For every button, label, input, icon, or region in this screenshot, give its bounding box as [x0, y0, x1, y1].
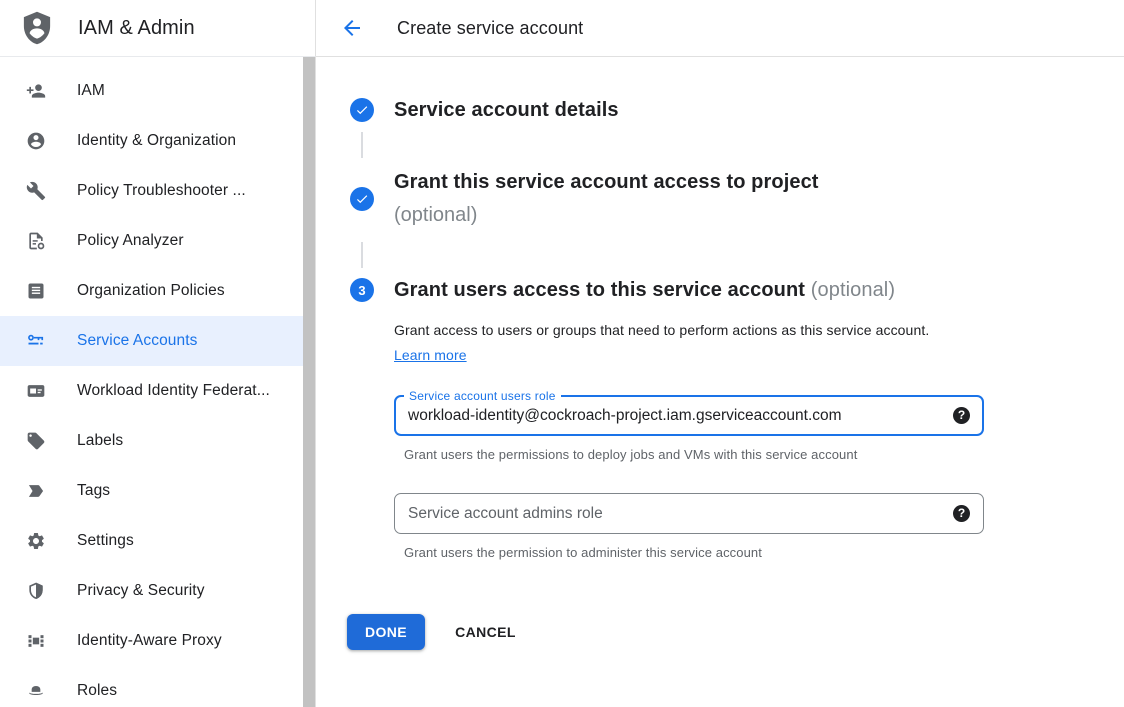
- sidebar-item-label: Privacy & Security: [77, 582, 205, 600]
- step-3-title: Grant users access to this service accou…: [394, 278, 895, 302]
- account-circle-icon: [26, 131, 46, 151]
- service-account-key-icon: [26, 331, 46, 351]
- step-1-title: Service account details: [394, 98, 619, 122]
- step-3-description-text: Grant access to users or groups that nee…: [394, 322, 929, 338]
- sidebar-item-label: Policy Troubleshooter ...: [77, 182, 246, 200]
- sidebar-item-identity-aware-proxy[interactable]: Identity-Aware Proxy: [0, 616, 303, 666]
- product-title: IAM & Admin: [78, 17, 195, 40]
- proxy-icon: [26, 631, 46, 651]
- sidebar-item-label: IAM: [77, 82, 105, 100]
- badge-card-icon: [26, 381, 46, 401]
- shield-half-icon: [26, 581, 46, 601]
- step-3-number-badge: 3: [350, 278, 374, 302]
- product-header: IAM & Admin: [0, 0, 316, 57]
- sidebar-item-label: Roles: [77, 682, 117, 700]
- sidebar-item-label: Organization Policies: [77, 282, 225, 300]
- sidebar-item-service-accounts[interactable]: Service Accounts: [0, 316, 303, 366]
- sidebar-item-iam[interactable]: IAM: [0, 66, 303, 116]
- sidebar-item-privacy-security[interactable]: Privacy & Security: [0, 566, 303, 616]
- sidebar-item-label: Identity & Organization: [77, 132, 236, 150]
- back-button[interactable]: [340, 16, 364, 40]
- sidebar-scrollbar[interactable]: [303, 57, 315, 707]
- sidebar-item-settings[interactable]: Settings: [0, 516, 303, 566]
- sidebar-item-organization-policies[interactable]: Organization Policies: [0, 266, 303, 316]
- sidebar-item-tags[interactable]: Tags: [0, 466, 303, 516]
- step-3-title-text: Grant users access to this service accou…: [394, 279, 805, 301]
- sidebar-item-label: Tags: [77, 482, 110, 500]
- cancel-button[interactable]: CANCEL: [455, 624, 516, 640]
- users-role-field-label: Service account users role: [404, 389, 561, 404]
- arrow-back-icon: [340, 16, 364, 40]
- iam-admin-sidebar: IAM Identity & Organization Policy Troub…: [0, 57, 316, 707]
- sidebar-nav-list: IAM Identity & Organization Policy Troub…: [0, 57, 303, 707]
- roles-hat-icon: [26, 681, 46, 701]
- step-connector: [361, 242, 363, 268]
- step-grant-access-to-project: Grant this service account access to pro…: [350, 166, 1124, 232]
- help-icon[interactable]: ?: [953, 407, 970, 424]
- policy-analyzer-icon: [26, 231, 46, 251]
- admins-role-input[interactable]: [408, 505, 943, 523]
- gear-icon: [26, 531, 46, 551]
- step-2-completed-check-icon: [350, 187, 374, 211]
- users-role-helper-text: Grant users the permissions to deploy jo…: [404, 447, 1124, 462]
- label-tag-icon: [26, 431, 46, 451]
- step-grant-users-access: 3 Grant users access to this service acc…: [350, 278, 1124, 302]
- learn-more-link[interactable]: Learn more: [394, 347, 467, 363]
- sidebar-scrollbar-thumb[interactable]: [303, 57, 315, 707]
- sidebar-item-labels[interactable]: Labels: [0, 416, 303, 466]
- done-button[interactable]: DONE: [347, 614, 425, 650]
- person-add-icon: [26, 81, 46, 101]
- page-title: Create service account: [397, 18, 583, 39]
- wrench-icon: [26, 181, 46, 201]
- step-3-optional-label: (optional): [811, 279, 895, 301]
- tag-arrow-icon: [26, 481, 46, 501]
- top-app-bar: IAM & Admin Create service account: [0, 0, 1124, 57]
- page-header: Create service account: [316, 0, 1124, 57]
- sidebar-item-label: Workload Identity Federat...: [77, 382, 270, 400]
- help-icon[interactable]: ?: [953, 505, 970, 522]
- step-2-optional-label: (optional): [394, 199, 819, 232]
- sidebar-item-label: Identity-Aware Proxy: [77, 632, 222, 650]
- sidebar-item-policy-analyzer[interactable]: Policy Analyzer: [0, 216, 303, 266]
- step-service-account-details: Service account details: [350, 98, 1124, 122]
- iam-admin-shield-person-icon: [22, 11, 52, 45]
- create-service-account-panel: Service account details Grant this servi…: [317, 57, 1124, 707]
- step-3-number: 3: [358, 283, 365, 298]
- sidebar-item-identity-organization[interactable]: Identity & Organization: [0, 116, 303, 166]
- sidebar-item-roles[interactable]: Roles: [0, 666, 303, 707]
- sidebar-item-label: Service Accounts: [77, 332, 198, 350]
- sidebar-item-label: Labels: [77, 432, 123, 450]
- sidebar-item-policy-troubleshooter[interactable]: Policy Troubleshooter ...: [0, 166, 303, 216]
- users-role-field: Service account users role ?: [394, 395, 984, 436]
- admins-role-field: ?: [394, 493, 984, 534]
- step-1-completed-check-icon: [350, 98, 374, 122]
- step-3-description: Grant access to users or groups that nee…: [394, 318, 954, 368]
- step-2-title: Grant this service account access to pro…: [394, 166, 819, 199]
- sidebar-item-label: Settings: [77, 532, 134, 550]
- admins-role-helper-text: Grant users the permission to administer…: [404, 545, 1124, 560]
- sidebar-item-label: Policy Analyzer: [77, 232, 184, 250]
- step-connector: [361, 132, 363, 158]
- users-role-input[interactable]: [408, 407, 943, 425]
- sidebar-item-workload-identity-federation[interactable]: Workload Identity Federat...: [0, 366, 303, 416]
- article-icon: [26, 281, 46, 301]
